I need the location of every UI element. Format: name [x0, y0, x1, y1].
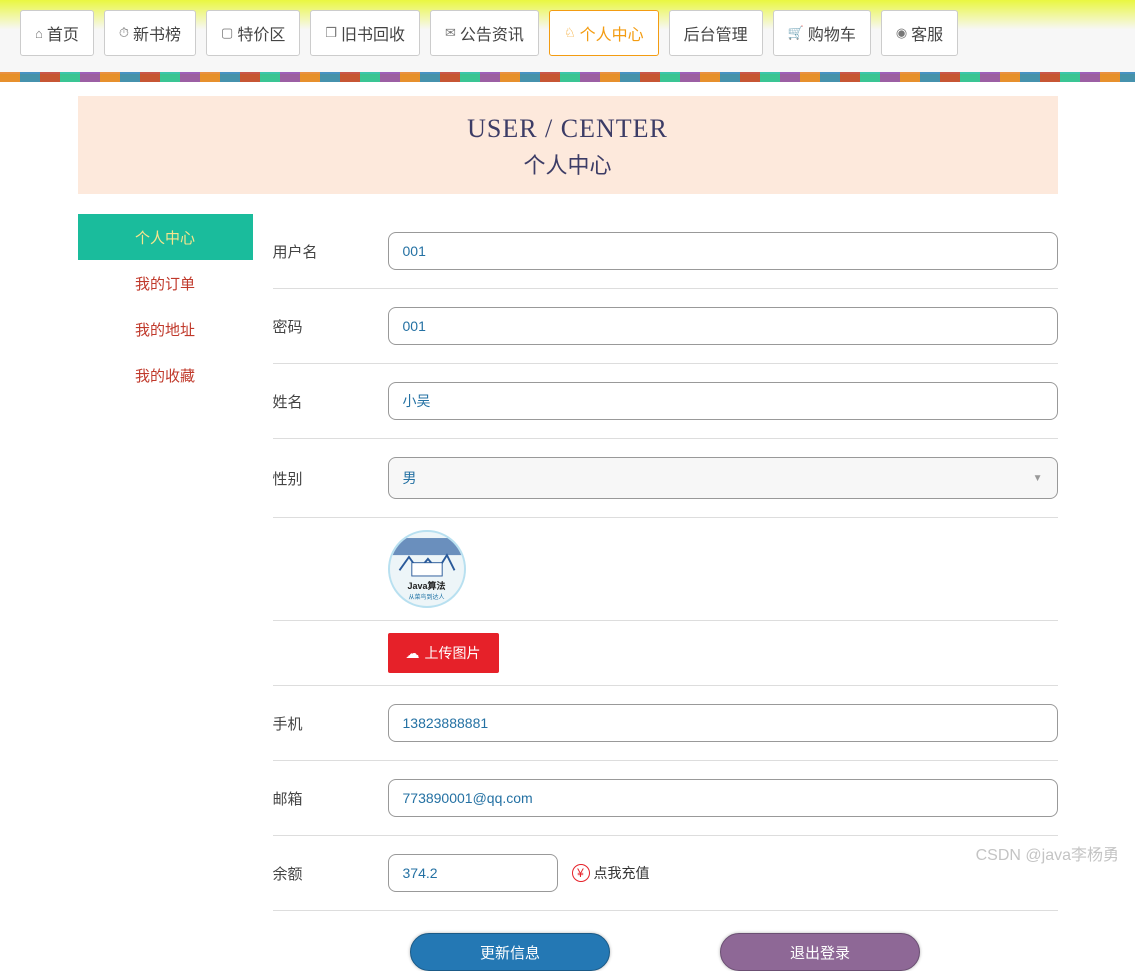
gender-select[interactable]: 男 ▼: [388, 457, 1058, 499]
gender-label: 性别: [273, 468, 388, 489]
sidebar-item-address[interactable]: 我的地址: [78, 306, 253, 352]
nav-news[interactable]: ✉公告资讯: [430, 10, 539, 56]
email-input[interactable]: [388, 779, 1058, 817]
avatar-preview: Java算法 从菜鸟到达人: [388, 530, 466, 608]
username-label: 用户名: [273, 241, 388, 262]
password-label: 密码: [273, 316, 388, 337]
avatar-text2: 从菜鸟到达人: [408, 592, 444, 601]
tag-icon: ▢: [221, 25, 233, 41]
logout-button[interactable]: 退出登录: [720, 933, 920, 971]
nav-discount[interactable]: ▢特价区: [206, 10, 300, 56]
page-banner: USER / CENTER 个人中心: [78, 96, 1058, 194]
realname-label: 姓名: [273, 391, 388, 412]
books-icon: ❒: [325, 25, 337, 41]
balance-input[interactable]: [388, 854, 558, 892]
balance-label: 余额: [273, 863, 388, 884]
banner-title-zh: 个人中心: [78, 148, 1058, 180]
yen-icon: ¥: [572, 864, 590, 882]
username-input[interactable]: [388, 232, 1058, 270]
sidebar-item-profile[interactable]: 个人中心: [78, 214, 253, 260]
chevron-down-icon: ▼: [1033, 473, 1043, 484]
gender-value: 男: [403, 468, 417, 488]
recharge-link[interactable]: ¥ 点我充值: [572, 863, 650, 883]
form-area: 用户名 密码 姓名 性别 男 ▼: [253, 214, 1058, 971]
sidebar: 个人中心 我的订单 我的地址 我的收藏: [78, 214, 253, 971]
password-input[interactable]: [388, 307, 1058, 345]
clock-icon: ⏱: [119, 25, 129, 41]
banner-title-en: USER / CENTER: [78, 114, 1058, 144]
nav-service[interactable]: ◉客服: [881, 10, 958, 56]
realname-input[interactable]: [388, 382, 1058, 420]
avatar-text1: Java算法: [407, 579, 445, 592]
home-icon: ⌂: [35, 26, 43, 41]
nav-user-center[interactable]: ♘个人中心: [549, 10, 659, 56]
phone-label: 手机: [273, 713, 388, 734]
nav-recycle[interactable]: ❒旧书回收: [310, 10, 420, 56]
avatar-illustration-icon: [390, 537, 464, 577]
cart-icon: 🛒: [788, 25, 804, 41]
mail-icon: ✉: [445, 25, 456, 41]
cloud-upload-icon: ☁: [406, 645, 420, 662]
phone-input[interactable]: [388, 704, 1058, 742]
nav-new-books[interactable]: ⏱新书榜: [104, 10, 196, 56]
nav-home[interactable]: ⌂首页: [20, 10, 94, 56]
top-nav: ⌂首页 ⏱新书榜 ▢特价区 ❒旧书回收 ✉公告资讯 ♘个人中心 后台管理 🛒购物…: [0, 0, 1135, 82]
user-icon: ♘: [564, 25, 576, 41]
update-button[interactable]: 更新信息: [410, 933, 610, 971]
sidebar-item-favorites[interactable]: 我的收藏: [78, 352, 253, 398]
sidebar-item-orders[interactable]: 我的订单: [78, 260, 253, 306]
service-icon: ◉: [896, 25, 907, 41]
email-label: 邮箱: [273, 788, 388, 809]
nav-cart[interactable]: 🛒购物车: [773, 10, 871, 56]
upload-image-button[interactable]: ☁ 上传图片: [388, 633, 499, 673]
nav-admin[interactable]: 后台管理: [669, 10, 763, 56]
